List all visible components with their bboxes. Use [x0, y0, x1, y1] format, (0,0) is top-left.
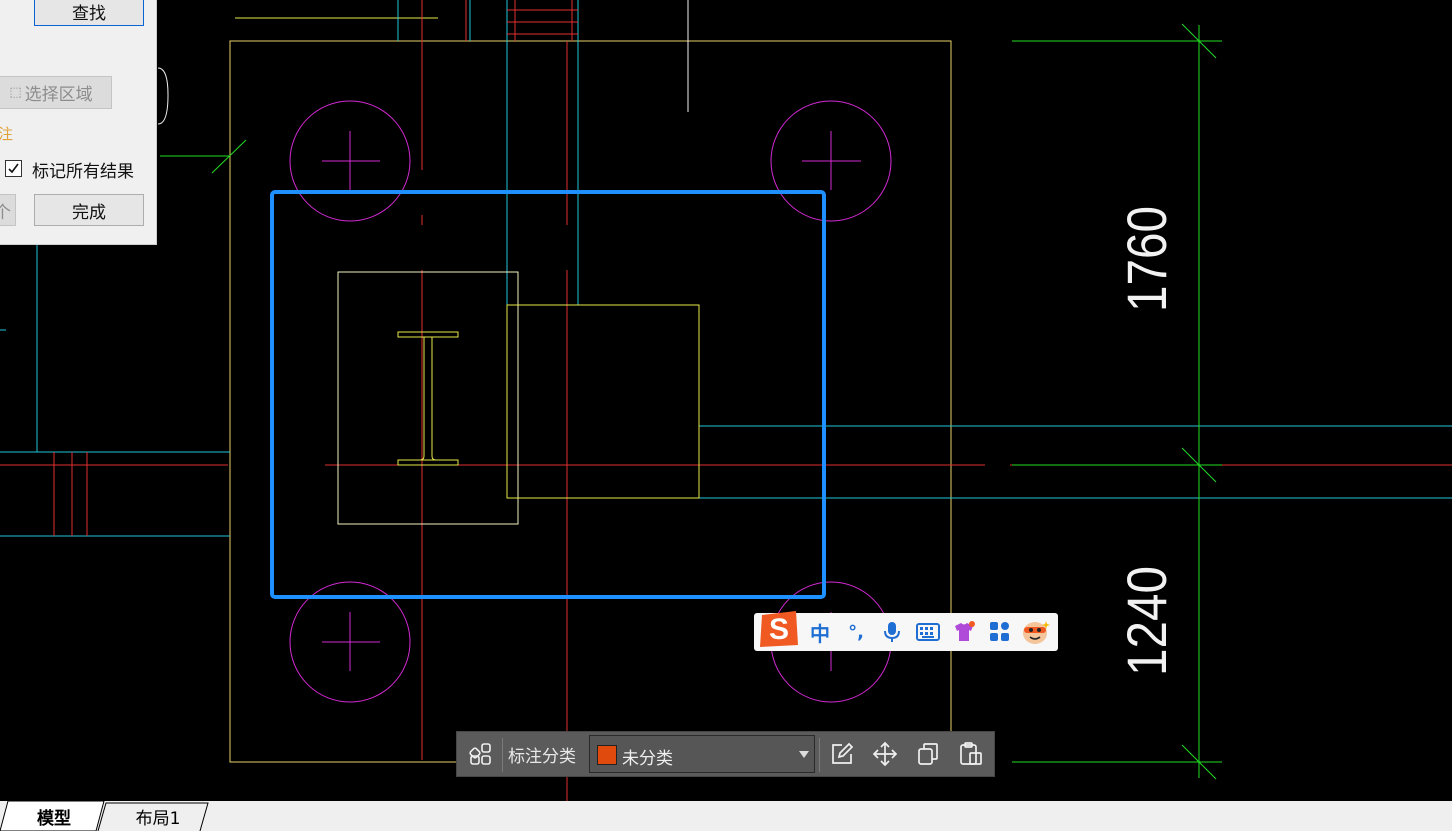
done-button[interactable]: 完成: [34, 194, 144, 226]
select-region-button[interactable]: ⬚ 选择区域: [0, 76, 112, 109]
annotation-section-label: 注: [0, 125, 14, 143]
chevron-down-icon: [799, 751, 809, 758]
skin-icon[interactable]: [946, 613, 982, 651]
grid-icon[interactable]: [467, 740, 495, 768]
dimension-text-1760: 1760: [1115, 206, 1178, 312]
microphone-icon[interactable]: [874, 613, 910, 651]
move-icon[interactable]: [871, 740, 899, 768]
ime-toolbar: S 中 °,: [754, 611, 1058, 651]
ime-punctuation-toggle[interactable]: °,: [838, 613, 874, 651]
category-color-swatch: [597, 745, 617, 765]
edit-icon[interactable]: [828, 740, 856, 768]
find-button[interactable]: 查找: [34, 0, 144, 26]
keyboard-icon[interactable]: [910, 613, 946, 651]
mascot-icon[interactable]: [1018, 613, 1054, 651]
ime-mode-toggle[interactable]: 中: [802, 613, 838, 651]
category-label: 标注分类: [508, 747, 576, 767]
category-select[interactable]: 未分类: [589, 735, 815, 773]
cad-canvas[interactable]: 1760 1240: [0, 0, 1452, 831]
tab-model[interactable]: 模型: [10, 801, 98, 831]
select-region-icon: ⬚: [9, 85, 22, 100]
tab-layout1[interactable]: 布局1: [110, 801, 206, 831]
find-panel: 查找 ⬚ 选择区域 注 标记所有结果 个 完成: [0, 0, 157, 245]
apps-icon[interactable]: [982, 613, 1018, 651]
select-region-label: 选择区域: [24, 85, 93, 105]
checkmark-icon: [8, 163, 19, 174]
dimension-text-1240: 1240: [1115, 566, 1178, 676]
mark-all-label: 标记所有结果: [32, 162, 134, 182]
toolbar-separator: [502, 738, 503, 772]
sogou-logo-icon[interactable]: S: [754, 607, 802, 651]
count-button[interactable]: 个: [0, 194, 16, 226]
annotation-toolbar: 标注分类 未分类: [456, 731, 995, 777]
copy-icon[interactable]: [914, 740, 942, 768]
layout-tab-bar: 模型 布局1: [0, 801, 1452, 831]
svg-text:S: S: [769, 613, 789, 646]
category-value: 未分类: [622, 749, 673, 769]
mark-all-checkbox[interactable]: [5, 160, 22, 177]
paste-icon[interactable]: [957, 740, 985, 768]
toolbar-separator: [819, 738, 820, 772]
